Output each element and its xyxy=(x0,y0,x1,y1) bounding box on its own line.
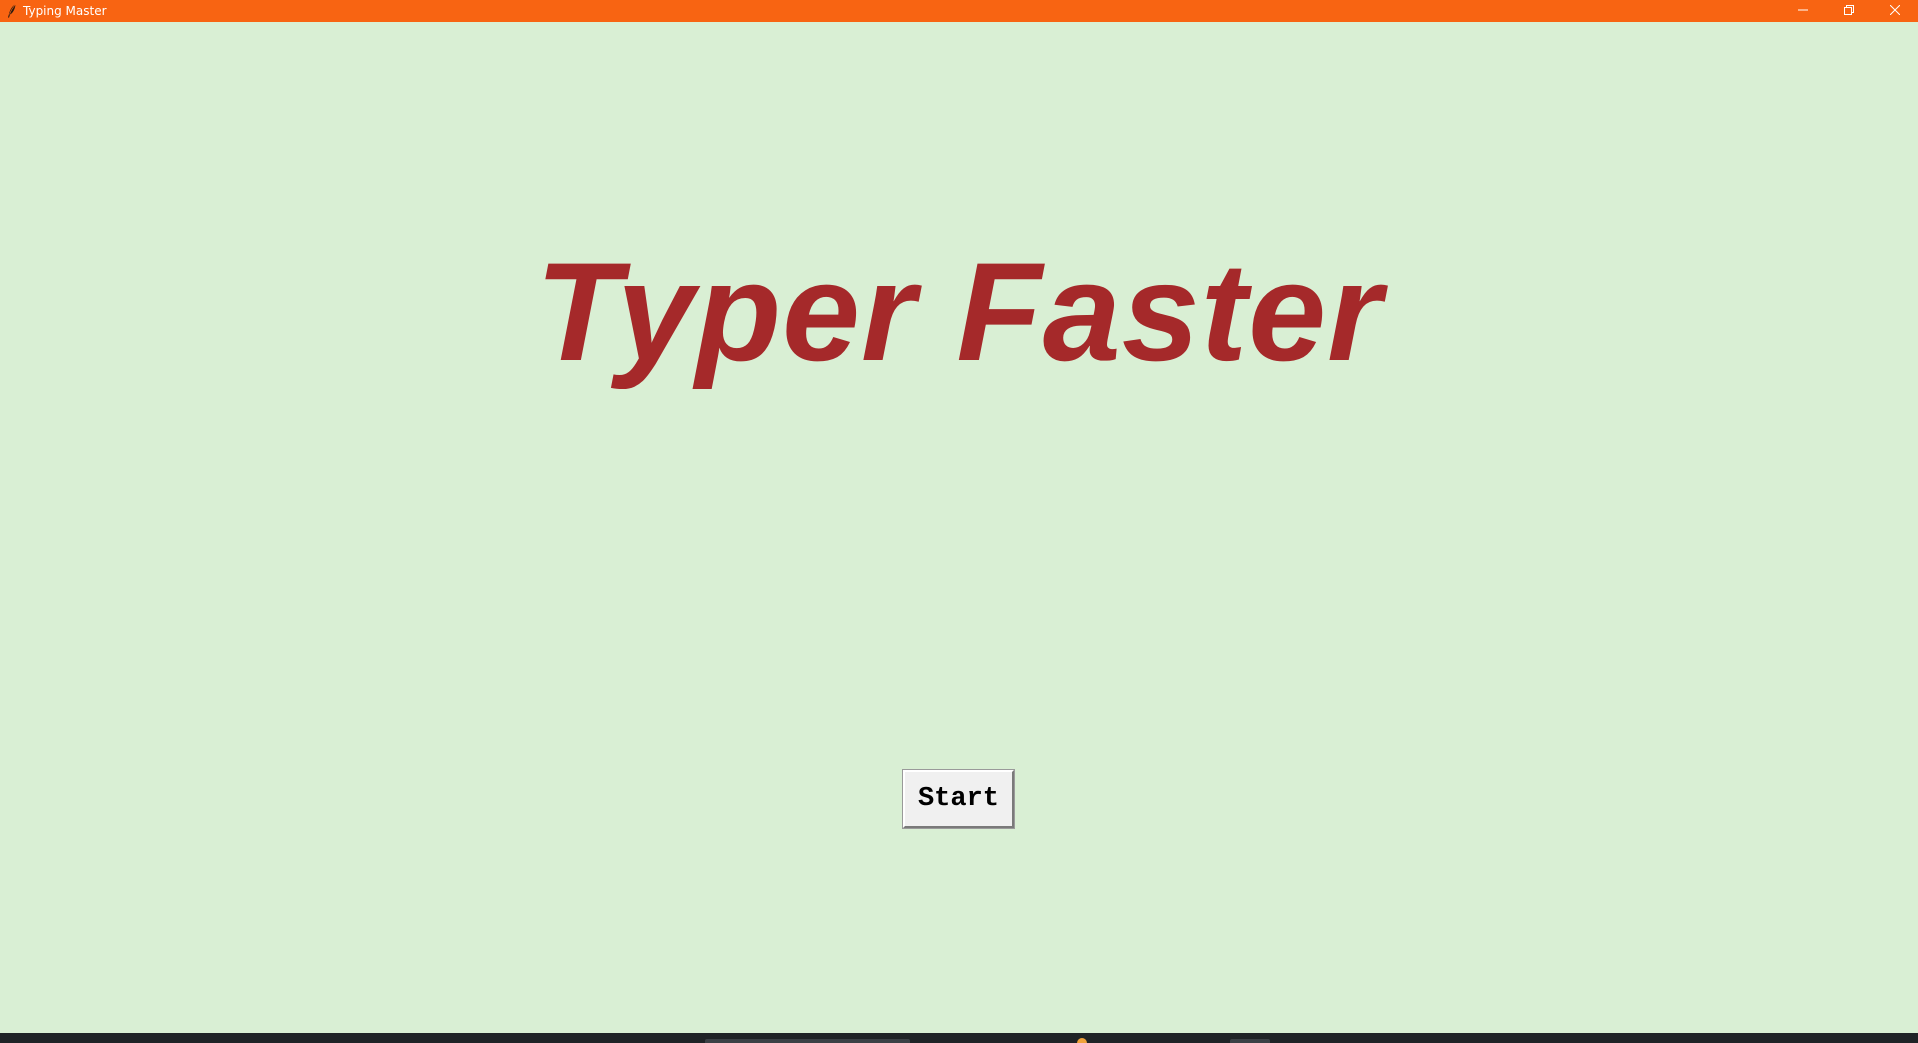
taskbar-item[interactable] xyxy=(1230,1039,1270,1043)
minimize-button[interactable] xyxy=(1780,0,1826,22)
maximize-button[interactable] xyxy=(1826,0,1872,22)
taskbar-app-icon[interactable] xyxy=(1077,1038,1087,1043)
window-controls xyxy=(1780,0,1918,22)
feather-icon xyxy=(5,3,19,19)
start-button[interactable]: Start xyxy=(902,769,1015,829)
taskbar xyxy=(0,1033,1918,1043)
app-heading: Typer Faster xyxy=(535,233,1383,390)
app-window: Typing Master Typer Faster Start xyxy=(0,0,1918,1043)
window-title: Typing Master xyxy=(23,4,107,18)
title-bar[interactable]: Typing Master xyxy=(0,0,1918,22)
main-area: Typer Faster Start xyxy=(0,22,1918,1033)
restore-icon xyxy=(1844,2,1854,20)
close-icon xyxy=(1889,2,1901,20)
taskbar-item[interactable] xyxy=(705,1039,910,1043)
close-button[interactable] xyxy=(1872,0,1918,22)
minimize-icon xyxy=(1798,2,1808,20)
